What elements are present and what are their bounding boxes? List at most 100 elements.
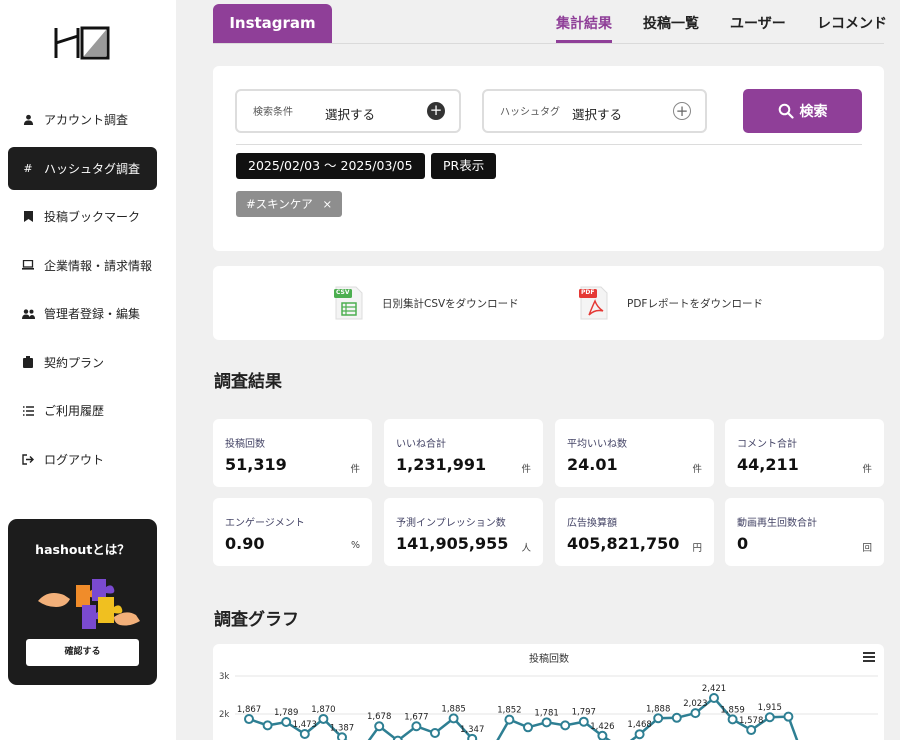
data-label: 1,859 — [720, 705, 744, 715]
data-label: 1,387 — [330, 723, 354, 733]
clipboard-icon — [21, 356, 35, 368]
sidebar-item-label: 契約プラン — [44, 355, 105, 370]
csv-badge: CSV — [336, 289, 350, 296]
stat-value: 44,211 — [737, 455, 799, 474]
search-condition-field[interactable]: 検索条件 選択する + — [235, 89, 461, 133]
stat-unit: 回 — [862, 543, 872, 554]
tab-users[interactable]: ユーザー — [730, 13, 786, 33]
data-point — [764, 712, 775, 723]
y-tick-label: 2k — [219, 710, 229, 720]
add-hashtag-icon[interactable]: + — [673, 102, 691, 120]
pdf-download-link[interactable]: PDF PDFレポートをダウンロード — [579, 285, 763, 321]
stat-unit: 件 — [692, 464, 702, 475]
data-point — [318, 713, 329, 724]
pr-display-chip[interactable]: PR表示 — [431, 153, 497, 179]
stat-unit: 件 — [350, 464, 360, 475]
search-icon — [778, 103, 794, 119]
data-label: 1,867 — [237, 705, 261, 715]
data-point — [597, 730, 608, 740]
data-point — [653, 713, 664, 724]
stat-card: 予測インプレッション数 141,905,955 人 — [384, 498, 543, 566]
data-label: 1,678 — [367, 712, 391, 722]
stat-value: 24.01 — [567, 455, 618, 474]
sidebar-item-4[interactable]: 管理者登録・編集 — [8, 292, 157, 335]
data-point — [578, 716, 589, 727]
data-point — [448, 713, 459, 724]
search-condition-label: 検索条件 — [253, 107, 293, 118]
data-label: 1,888 — [646, 704, 670, 714]
remove-tag-icon[interactable]: × — [322, 197, 332, 211]
stat-unit: % — [350, 540, 360, 551]
posts-line-chart: 投稿回数 3k 2k 1,867 1,789 1,473 1,870 1,387 1,678 1,… — [219, 652, 878, 740]
hashtag-chip-label: #スキンケア — [246, 197, 313, 211]
stat-value: 51,319 — [225, 455, 287, 474]
add-condition-icon[interactable]: + — [427, 102, 445, 120]
sidebar-item-label: 管理者登録・編集 — [44, 307, 141, 321]
stat-value: 0 — [737, 534, 749, 553]
sidebar-item-6[interactable]: ご利用履歴 — [8, 389, 157, 432]
data-point — [783, 711, 794, 722]
data-point — [504, 714, 515, 725]
downloads-panel — [213, 266, 884, 340]
search-button[interactable]: 検索 — [743, 89, 862, 133]
csv-download-link[interactable]: CSV 日別集計CSVをダウンロード — [334, 285, 519, 321]
data-point — [560, 720, 571, 731]
sidebar-item-2[interactable]: 投稿ブックマーク — [8, 195, 157, 238]
data-label: 1,885 — [441, 704, 465, 714]
data-point — [374, 721, 385, 732]
search-divider — [236, 144, 862, 145]
data-point — [523, 722, 533, 733]
pdf-file-icon: PDF — [579, 285, 609, 321]
hamburger-icon[interactable] — [863, 652, 875, 662]
stat-unit: 件 — [862, 464, 872, 475]
hashtag-value: 選択する — [572, 107, 623, 122]
data-point — [337, 732, 347, 740]
data-point — [541, 717, 552, 728]
csv-download-label: 日別集計CSVをダウンロード — [382, 297, 519, 310]
hashtag-field[interactable]: ハッシュタグ 選択する + — [482, 89, 707, 133]
sidebar-item-label: ログアウト — [44, 452, 105, 467]
tab-instagram[interactable]: Instagram — [213, 4, 332, 43]
tab-recommend[interactable]: レコメンド — [817, 13, 887, 33]
y-tick-label: 3k — [219, 672, 229, 682]
about-confirm-button[interactable]: 確認する — [26, 639, 139, 666]
stat-value: 405,821,750 — [567, 534, 680, 553]
sidebar-item-7[interactable]: ログアウト — [8, 438, 157, 481]
tab-divider — [213, 43, 884, 44]
stat-card: 平均いいね数 24.01 件 — [555, 419, 714, 487]
sidebar-item-1[interactable]: # ハッシュタグ調査 — [8, 146, 157, 190]
stat-card: いいね合計 1,231,991 件 — [384, 419, 543, 487]
bookmark-icon — [21, 211, 35, 222]
person-icon — [21, 114, 35, 125]
sidebar-item-0[interactable]: アカウント調査 — [8, 98, 157, 141]
sidebar: アカウント調査 # ハッシュタグ調査 投稿ブックマーク企業情報・請求情報管理者登録・編… — [0, 0, 176, 740]
logout-icon — [21, 453, 35, 465]
tab-posts[interactable]: 投稿一覧 — [643, 13, 699, 33]
sidebar-item-label: ハッシュタグ調査 — [44, 161, 141, 176]
stat-unit: 円 — [692, 543, 702, 554]
graph-title: 調査グラフ — [214, 610, 299, 630]
hash-icon: # — [23, 161, 33, 175]
tab-summary[interactable]: 集計結果 — [556, 13, 612, 33]
stat-label: コメント合計 — [737, 439, 797, 450]
data-label: 1,468 — [627, 720, 651, 730]
puzzle-hands-illustration — [38, 579, 140, 629]
data-point — [467, 733, 478, 740]
sidebar-item-3[interactable]: 企業情報・請求情報 — [8, 244, 157, 287]
sidebar-item-5[interactable]: 契約プラン — [8, 341, 157, 384]
data-label: 1,347 — [460, 725, 484, 735]
list-icon — [21, 405, 35, 416]
sidebar-item-label: アカウント調査 — [44, 113, 129, 127]
hashout-logo[interactable] — [54, 24, 112, 62]
csv-file-icon: CSV — [334, 285, 364, 321]
laptop-icon — [21, 260, 35, 270]
stat-unit: 件 — [521, 464, 531, 475]
active-tab-indicator — [556, 40, 612, 43]
sidebar-item-label: 投稿ブックマーク — [44, 210, 141, 224]
data-point — [746, 725, 757, 736]
sidebar-nav: アカウント調査 # ハッシュタグ調査 投稿ブックマーク企業情報・請求情報管理者登録・編… — [8, 98, 157, 486]
date-range-chip[interactable]: 2025/02/03 〜 2025/03/05 — [236, 153, 425, 179]
stat-label: いいね合計 — [396, 439, 446, 450]
people-icon — [21, 308, 35, 319]
stat-value: 0.90 — [225, 534, 265, 553]
